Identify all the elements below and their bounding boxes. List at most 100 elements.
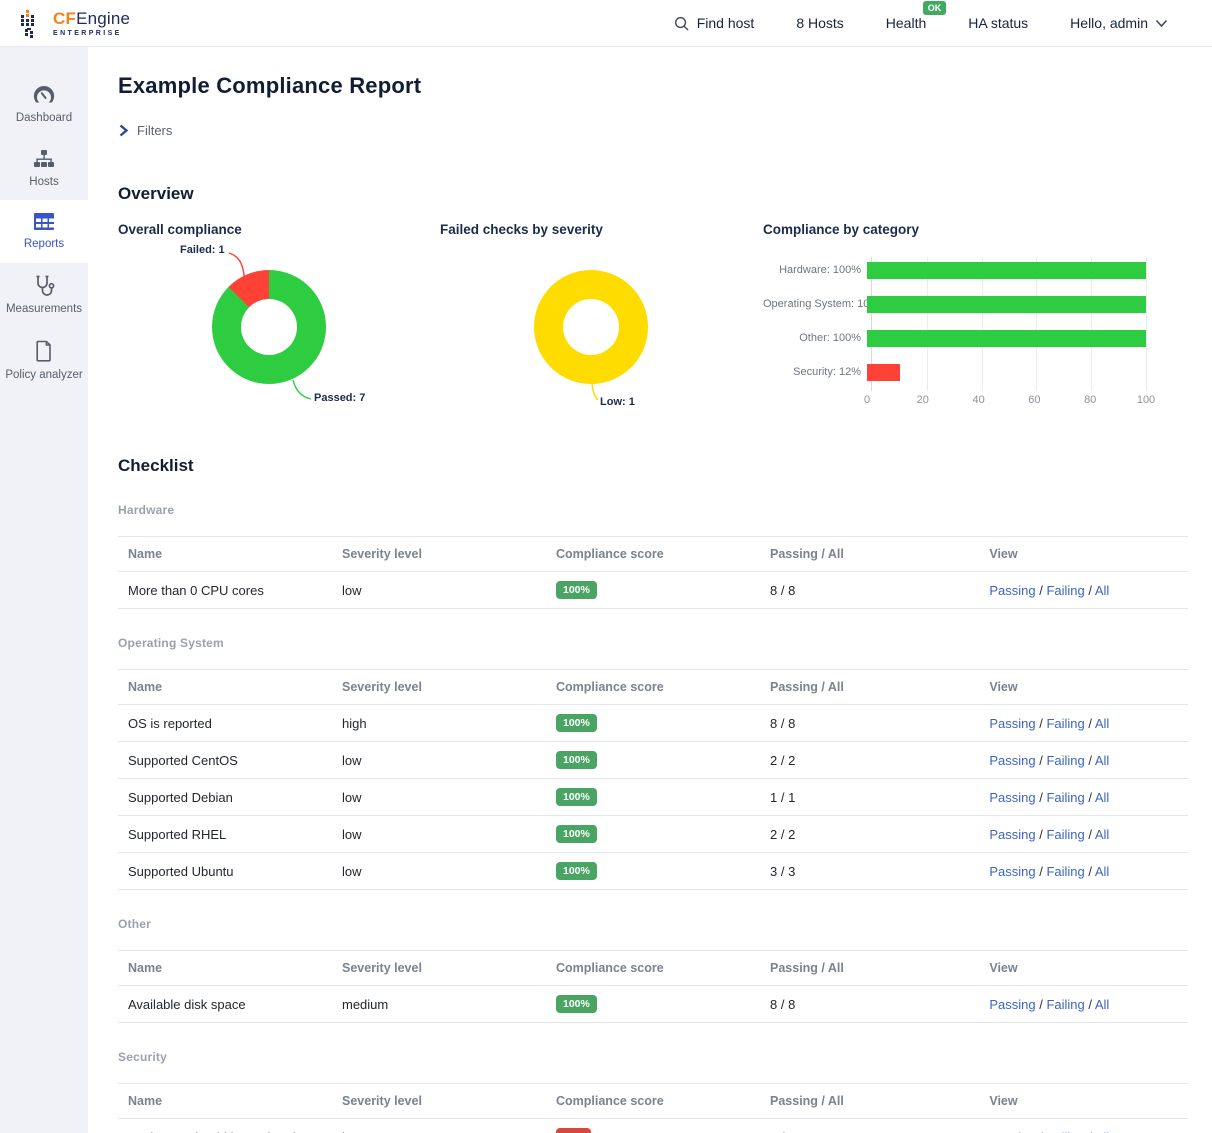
passing-all-value: 8 / 8	[760, 705, 979, 742]
cfengine-logo-icon	[20, 8, 46, 38]
leader-line-low	[586, 382, 604, 404]
x-axis-ticks: 020406080100	[867, 391, 1146, 411]
view-passing-link[interactable]: Passing	[989, 1130, 1035, 1133]
bar-hardware[interactable]	[867, 262, 1146, 279]
view-passing-link[interactable]: Passing	[989, 997, 1035, 1012]
cfengine-logo[interactable]: CFEngine ENTERPRISE	[20, 8, 130, 38]
severity-level: high	[332, 705, 546, 742]
view-failing-link[interactable]: Failing	[1046, 1130, 1084, 1133]
view-failing-link[interactable]: Failing	[1046, 583, 1084, 598]
view-all-link[interactable]: All	[1095, 997, 1109, 1012]
table-header-row: Name Severity level Compliance score Pas…	[118, 670, 1188, 705]
ha-status[interactable]: HA status	[968, 15, 1028, 31]
check-name: Supported RHEL	[118, 816, 332, 853]
view-all-link[interactable]: All	[1095, 583, 1109, 598]
filters-label: Filters	[137, 123, 172, 138]
table-row: Supported RHEL low 100% 2 / 2 Passing / …	[118, 816, 1188, 853]
col-score: Compliance score	[546, 951, 760, 986]
check-name: More than 0 CPU cores	[118, 572, 332, 609]
page-title: Example Compliance Report	[118, 73, 1188, 99]
compliance-score-badge: 100%	[556, 825, 597, 843]
x-axis: 020406080100	[763, 391, 1176, 411]
view-failing-link[interactable]: Failing	[1046, 753, 1084, 768]
view-failing-link[interactable]: Failing	[1046, 827, 1084, 842]
table-header-row: Name Severity level Compliance score Pas…	[118, 537, 1188, 572]
col-severity: Severity level	[332, 537, 546, 572]
health-label: Health	[886, 15, 926, 31]
view-links: Passing / Failing / All	[979, 705, 1188, 742]
view-links: Passing / Failing / All	[979, 1119, 1188, 1133]
failed-checks-donut[interactable]	[534, 270, 648, 384]
bar-row-other: Other: 100%	[763, 321, 1176, 355]
failed-checks-chart: Failed checks by severity Low: 1	[440, 222, 763, 430]
leader-line-failed	[226, 250, 252, 292]
view-all-link[interactable]: All	[1095, 827, 1109, 842]
chevron-down-icon	[1155, 19, 1168, 28]
filters-toggle[interactable]: Filters	[118, 123, 1188, 138]
view-links: Passing / Failing / All	[979, 986, 1188, 1023]
passing-all-value: 2 / 2	[760, 816, 979, 853]
category-hardware: Hardware	[118, 503, 1188, 517]
col-name: Name	[118, 951, 332, 986]
view-passing-link[interactable]: Passing	[989, 716, 1035, 731]
bar-operating-system[interactable]	[867, 296, 1146, 313]
view-all-link[interactable]: All	[1095, 790, 1109, 805]
table-row: OS is reported high 100% 8 / 8 Passing /…	[118, 705, 1188, 742]
col-view: View	[979, 670, 1188, 705]
col-severity: Severity level	[332, 951, 546, 986]
sidebar-item-reports[interactable]: Reports	[0, 200, 88, 263]
view-links: Passing / Failing / All	[979, 779, 1188, 816]
view-links: Passing / Failing / All	[979, 816, 1188, 853]
col-score: Compliance score	[546, 670, 760, 705]
compliance-score-badge: 100%	[556, 751, 597, 769]
passing-all-value: 2 / 2	[760, 742, 979, 779]
col-name: Name	[118, 1084, 332, 1119]
header-nav: Find host 8 Hosts Health OK HA status He…	[673, 15, 1168, 32]
view-all-link[interactable]: All	[1095, 753, 1109, 768]
bar-security[interactable]	[867, 364, 900, 381]
table-row: More than 0 CPU cores low 100% 8 / 8 Pas…	[118, 572, 1188, 609]
top-header: CFEngine ENTERPRISE Find host 8 Hosts He…	[0, 0, 1212, 47]
bar-row-hardware: Hardware: 100%	[763, 253, 1176, 287]
passing-all-value: 3 / 3	[760, 853, 979, 890]
view-passing-link[interactable]: Passing	[989, 864, 1035, 879]
view-failing-link[interactable]: Failing	[1046, 790, 1084, 805]
check-name: Packages should be updated	[118, 1119, 332, 1133]
user-menu[interactable]: Hello, admin	[1070, 15, 1168, 31]
view-failing-link[interactable]: Failing	[1046, 864, 1084, 879]
hosts-count[interactable]: 8 Hosts	[796, 15, 843, 31]
view-failing-link[interactable]: Failing	[1046, 997, 1084, 1012]
sidebar-item-dashboard[interactable]: Dashboard	[0, 73, 88, 137]
hosts-icon	[33, 149, 55, 169]
chevron-right-icon	[118, 124, 129, 137]
view-all-link[interactable]: All	[1095, 716, 1109, 731]
sidebar-item-hosts[interactable]: Hosts	[0, 137, 88, 201]
bar-label: Other: 100%	[763, 332, 867, 344]
severity-level: low	[332, 572, 546, 609]
sidebar-item-measurements[interactable]: Measurements	[0, 263, 88, 328]
main-content: Example Compliance Report Filters Overvi…	[88, 47, 1212, 1133]
view-failing-link[interactable]: Failing	[1046, 716, 1084, 731]
col-view: View	[979, 1084, 1188, 1119]
leader-line-passed	[286, 374, 316, 404]
passing-all-value: 1 / 1	[760, 779, 979, 816]
view-all-link[interactable]: All	[1095, 864, 1109, 879]
view-passing-link[interactable]: Passing	[989, 753, 1035, 768]
find-host[interactable]: Find host	[673, 15, 755, 32]
view-passing-link[interactable]: Passing	[989, 827, 1035, 842]
donut-label-passed: Passed: 7	[314, 392, 365, 404]
view-passing-link[interactable]: Passing	[989, 583, 1035, 598]
view-all-link[interactable]: All	[1095, 1130, 1109, 1133]
severity-level: low	[332, 816, 546, 853]
severity-level: low	[332, 779, 546, 816]
sidebar-item-policy-analyzer[interactable]: Policy analyzer	[0, 328, 88, 394]
donut-label-failed: Failed: 1	[180, 244, 225, 256]
compliance-score-badge: 100%	[556, 581, 597, 599]
col-score: Compliance score	[546, 537, 760, 572]
sidebar: Dashboard Hosts Reports Measurements	[0, 47, 88, 1133]
view-passing-link[interactable]: Passing	[989, 790, 1035, 805]
passing-all-value: 8 / 8	[760, 986, 979, 1023]
health-status[interactable]: Health OK	[886, 15, 926, 31]
chart-title: Compliance by category	[763, 222, 1176, 237]
bar-other[interactable]	[867, 330, 1146, 347]
